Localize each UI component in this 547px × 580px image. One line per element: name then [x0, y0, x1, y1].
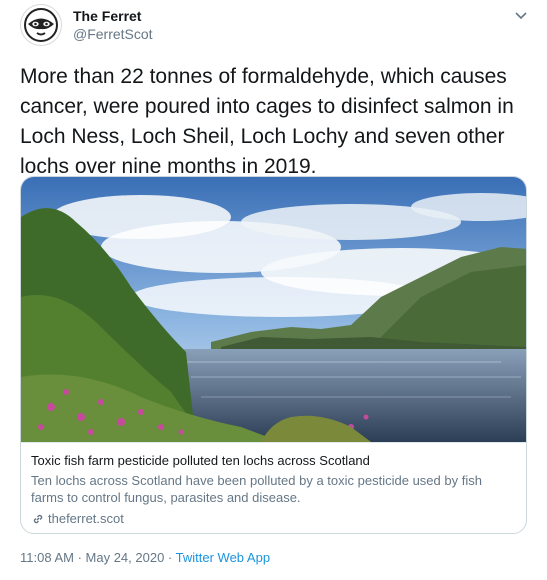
tweet: The Ferret @FerretScot More than 22 tonn…: [0, 0, 547, 580]
tweet-time[interactable]: 11:08 AM: [20, 550, 74, 565]
avatar[interactable]: [20, 4, 62, 46]
card-image[interactable]: [21, 177, 527, 442]
link-icon: [31, 512, 45, 526]
card-domain-text: theferret.scot: [48, 511, 124, 526]
source-app-link[interactable]: Twitter Web App: [176, 550, 270, 565]
more-options-button[interactable]: [513, 8, 529, 24]
author-names: The Ferret @FerretScot: [73, 7, 153, 43]
display-name[interactable]: The Ferret: [73, 7, 153, 25]
card-title[interactable]: Toxic fish farm pesticide polluted ten l…: [31, 452, 516, 470]
card-description: Ten lochs across Scotland have been poll…: [31, 473, 482, 505]
chevron-down-icon: [515, 12, 527, 20]
tweet-date[interactable]: May 24, 2020: [86, 550, 165, 565]
link-card[interactable]: Toxic fish farm pesticide polluted ten l…: [20, 176, 527, 534]
meta-separator: ·: [73, 550, 86, 565]
tweet-text: More than 22 tonnes of formaldehyde, whi…: [20, 65, 514, 178]
ferret-logo-icon: [24, 8, 58, 42]
tweet-header: The Ferret @FerretScot: [20, 4, 153, 46]
handle[interactable]: @FerretScot: [73, 25, 153, 43]
card-body: Toxic fish farm pesticide polluted ten l…: [21, 442, 526, 528]
tweet-meta: 11:08 AM · May 24, 2020 · Twitter Web Ap…: [20, 550, 270, 565]
meta-separator-2: ·: [164, 550, 176, 565]
card-domain[interactable]: theferret.scot: [31, 510, 516, 528]
